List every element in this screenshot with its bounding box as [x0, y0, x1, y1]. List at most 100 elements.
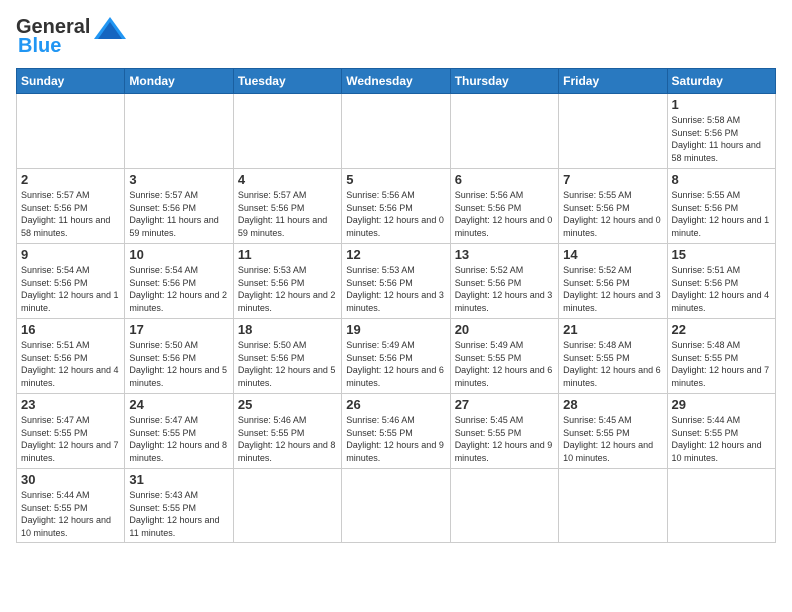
calendar-cell: 21Sunrise: 5:48 AM Sunset: 5:55 PM Dayli… [559, 319, 667, 394]
calendar-cell: 29 Sunrise: 5:44 AM Sunset: 5:55 PM Dayli… [667, 394, 775, 469]
day-number: 23 [21, 397, 120, 412]
day-number: 29 [672, 397, 771, 412]
day-number: 3 [129, 172, 228, 187]
calendar-cell: 30 Sunrise: 5:44 AM Sunset: 5:55 PM Dayli… [17, 469, 125, 543]
calendar-cell: 16 Sunrise: 5:51 AM Sunset: 5:56 PM Dayli… [17, 319, 125, 394]
calendar-cell: 12 Sunrise: 5:53 AM Sunset: 5:56 PM Dayli… [342, 244, 450, 319]
day-number: 17 [129, 322, 228, 337]
day-info: Sunrise: 5:49 AM Sunset: 5:56 PM Dayligh… [346, 339, 445, 389]
day-info: Sunrise: 5:48 AM Sunset: 5:55 PM Dayligh… [563, 339, 662, 389]
day-header-friday: Friday [559, 69, 667, 94]
day-info: Sunrise: 5:51 AM Sunset: 5:56 PM Dayligh… [21, 339, 120, 389]
calendar-cell [233, 94, 341, 169]
day-info: Sunrise: 5:43 AM Sunset: 5:55 PM Dayligh… [129, 489, 228, 539]
day-header-wednesday: Wednesday [342, 69, 450, 94]
calendar-cell [450, 469, 558, 543]
day-info: Sunrise: 5:53 AM Sunset: 5:56 PM Dayligh… [238, 264, 337, 314]
day-info: Sunrise: 5:44 AM Sunset: 5:55 PM Dayligh… [672, 414, 771, 464]
day-info: Sunrise: 5:46 AM Sunset: 5:55 PM Dayligh… [346, 414, 445, 464]
day-info: Sunrise: 5:56 AM Sunset: 5:56 PM Dayligh… [346, 189, 445, 239]
calendar-cell: 27Sunrise: 5:45 AM Sunset: 5:55 PM Dayli… [450, 394, 558, 469]
day-info: Sunrise: 5:50 AM Sunset: 5:56 PM Dayligh… [129, 339, 228, 389]
day-number: 18 [238, 322, 337, 337]
calendar-cell: 18 Sunrise: 5:50 AM Sunset: 5:56 PM Dayli… [233, 319, 341, 394]
calendar-cell: 19 Sunrise: 5:49 AM Sunset: 5:56 PM Dayli… [342, 319, 450, 394]
day-info: Sunrise: 5:54 AM Sunset: 5:56 PM Dayligh… [21, 264, 120, 314]
day-number: 16 [21, 322, 120, 337]
day-number: 15 [672, 247, 771, 262]
calendar-cell [233, 469, 341, 543]
day-info: Sunrise: 5:44 AM Sunset: 5:55 PM Dayligh… [21, 489, 120, 539]
day-info: Sunrise: 5:52 AM Sunset: 5:56 PM Dayligh… [455, 264, 554, 314]
calendar-cell: 26Sunrise: 5:46 AM Sunset: 5:55 PM Dayli… [342, 394, 450, 469]
calendar-cell: 25 Sunrise: 5:46 AM Sunset: 5:55 PM Dayli… [233, 394, 341, 469]
day-info: Sunrise: 5:53 AM Sunset: 5:56 PM Dayligh… [346, 264, 445, 314]
calendar-cell: 17 Sunrise: 5:50 AM Sunset: 5:56 PM Dayli… [125, 319, 233, 394]
calendar-cell: 28 Sunrise: 5:45 AM Sunset: 5:55 PM Dayli… [559, 394, 667, 469]
day-header-saturday: Saturday [667, 69, 775, 94]
day-info: Sunrise: 5:52 AM Sunset: 5:56 PM Dayligh… [563, 264, 662, 314]
calendar-cell: 13Sunrise: 5:52 AM Sunset: 5:56 PM Dayli… [450, 244, 558, 319]
day-number: 9 [21, 247, 120, 262]
day-info: Sunrise: 5:49 AM Sunset: 5:55 PM Dayligh… [455, 339, 554, 389]
calendar-cell: 8 Sunrise: 5:55 AM Sunset: 5:56 PM Daylig… [667, 169, 775, 244]
day-header-monday: Monday [125, 69, 233, 94]
calendar-cell: 11 Sunrise: 5:53 AM Sunset: 5:56 PM Dayli… [233, 244, 341, 319]
calendar-cell: 4 Sunrise: 5:57 AM Sunset: 5:56 PM Daylig… [233, 169, 341, 244]
calendar-cell: 14 Sunrise: 5:52 AM Sunset: 5:56 PM Dayli… [559, 244, 667, 319]
day-info: Sunrise: 5:47 AM Sunset: 5:55 PM Dayligh… [21, 414, 120, 464]
calendar-cell: 5 Sunrise: 5:56 AM Sunset: 5:56 PM Daylig… [342, 169, 450, 244]
calendar-cell: 2 Sunrise: 5:57 AM Sunset: 5:56 PM Daylig… [17, 169, 125, 244]
day-info: Sunrise: 5:57 AM Sunset: 5:56 PM Dayligh… [21, 189, 120, 239]
calendar-cell [342, 469, 450, 543]
calendar-cell: 20 Sunrise: 5:49 AM Sunset: 5:55 PM Dayli… [450, 319, 558, 394]
day-info: Sunrise: 5:45 AM Sunset: 5:55 PM Dayligh… [455, 414, 554, 464]
day-number: 19 [346, 322, 445, 337]
day-number: 25 [238, 397, 337, 412]
logo-blue-text: Blue [18, 35, 61, 58]
day-info: Sunrise: 5:55 AM Sunset: 5:56 PM Dayligh… [672, 189, 771, 239]
day-info: Sunrise: 5:45 AM Sunset: 5:55 PM Dayligh… [563, 414, 662, 464]
day-number: 14 [563, 247, 662, 262]
day-info: Sunrise: 5:58 AM Sunset: 5:56 PM Dayligh… [672, 114, 771, 164]
day-info: Sunrise: 5:46 AM Sunset: 5:55 PM Dayligh… [238, 414, 337, 464]
calendar-cell: 24 Sunrise: 5:47 AM Sunset: 5:55 PM Dayli… [125, 394, 233, 469]
day-number: 11 [238, 247, 337, 262]
day-number: 2 [21, 172, 120, 187]
header: General Blue [16, 16, 776, 58]
day-number: 4 [238, 172, 337, 187]
day-info: Sunrise: 5:55 AM Sunset: 5:56 PM Dayligh… [563, 189, 662, 239]
day-number: 7 [563, 172, 662, 187]
day-number: 12 [346, 247, 445, 262]
calendar-cell [559, 94, 667, 169]
calendar-cell: 10Sunrise: 5:54 AM Sunset: 5:56 PM Dayli… [125, 244, 233, 319]
day-number: 22 [672, 322, 771, 337]
day-number: 24 [129, 397, 228, 412]
calendar-cell: 22Sunrise: 5:48 AM Sunset: 5:55 PM Dayli… [667, 319, 775, 394]
logo: General Blue [16, 16, 126, 58]
day-info: Sunrise: 5:51 AM Sunset: 5:56 PM Dayligh… [672, 264, 771, 314]
day-info: Sunrise: 5:57 AM Sunset: 5:56 PM Dayligh… [238, 189, 337, 239]
day-number: 8 [672, 172, 771, 187]
day-info: Sunrise: 5:47 AM Sunset: 5:55 PM Dayligh… [129, 414, 228, 464]
calendar-cell: 31Sunrise: 5:43 AM Sunset: 5:55 PM Dayli… [125, 469, 233, 543]
day-number: 6 [455, 172, 554, 187]
day-info: Sunrise: 5:56 AM Sunset: 5:56 PM Dayligh… [455, 189, 554, 239]
calendar-cell: 1Sunrise: 5:58 AM Sunset: 5:56 PM Daylig… [667, 94, 775, 169]
calendar-cell [125, 94, 233, 169]
calendar-cell [342, 94, 450, 169]
calendar-cell [667, 469, 775, 543]
logo-icon [94, 17, 126, 39]
day-header-sunday: Sunday [17, 69, 125, 94]
day-info: Sunrise: 5:54 AM Sunset: 5:56 PM Dayligh… [129, 264, 228, 314]
day-info: Sunrise: 5:50 AM Sunset: 5:56 PM Dayligh… [238, 339, 337, 389]
calendar-cell: 9 Sunrise: 5:54 AM Sunset: 5:56 PM Daylig… [17, 244, 125, 319]
day-number: 28 [563, 397, 662, 412]
day-number: 5 [346, 172, 445, 187]
day-header-thursday: Thursday [450, 69, 558, 94]
day-info: Sunrise: 5:57 AM Sunset: 5:56 PM Dayligh… [129, 189, 228, 239]
day-number: 30 [21, 472, 120, 487]
calendar-cell: 3 Sunrise: 5:57 AM Sunset: 5:56 PM Daylig… [125, 169, 233, 244]
day-number: 20 [455, 322, 554, 337]
calendar-cell: 6 Sunrise: 5:56 AM Sunset: 5:56 PM Daylig… [450, 169, 558, 244]
